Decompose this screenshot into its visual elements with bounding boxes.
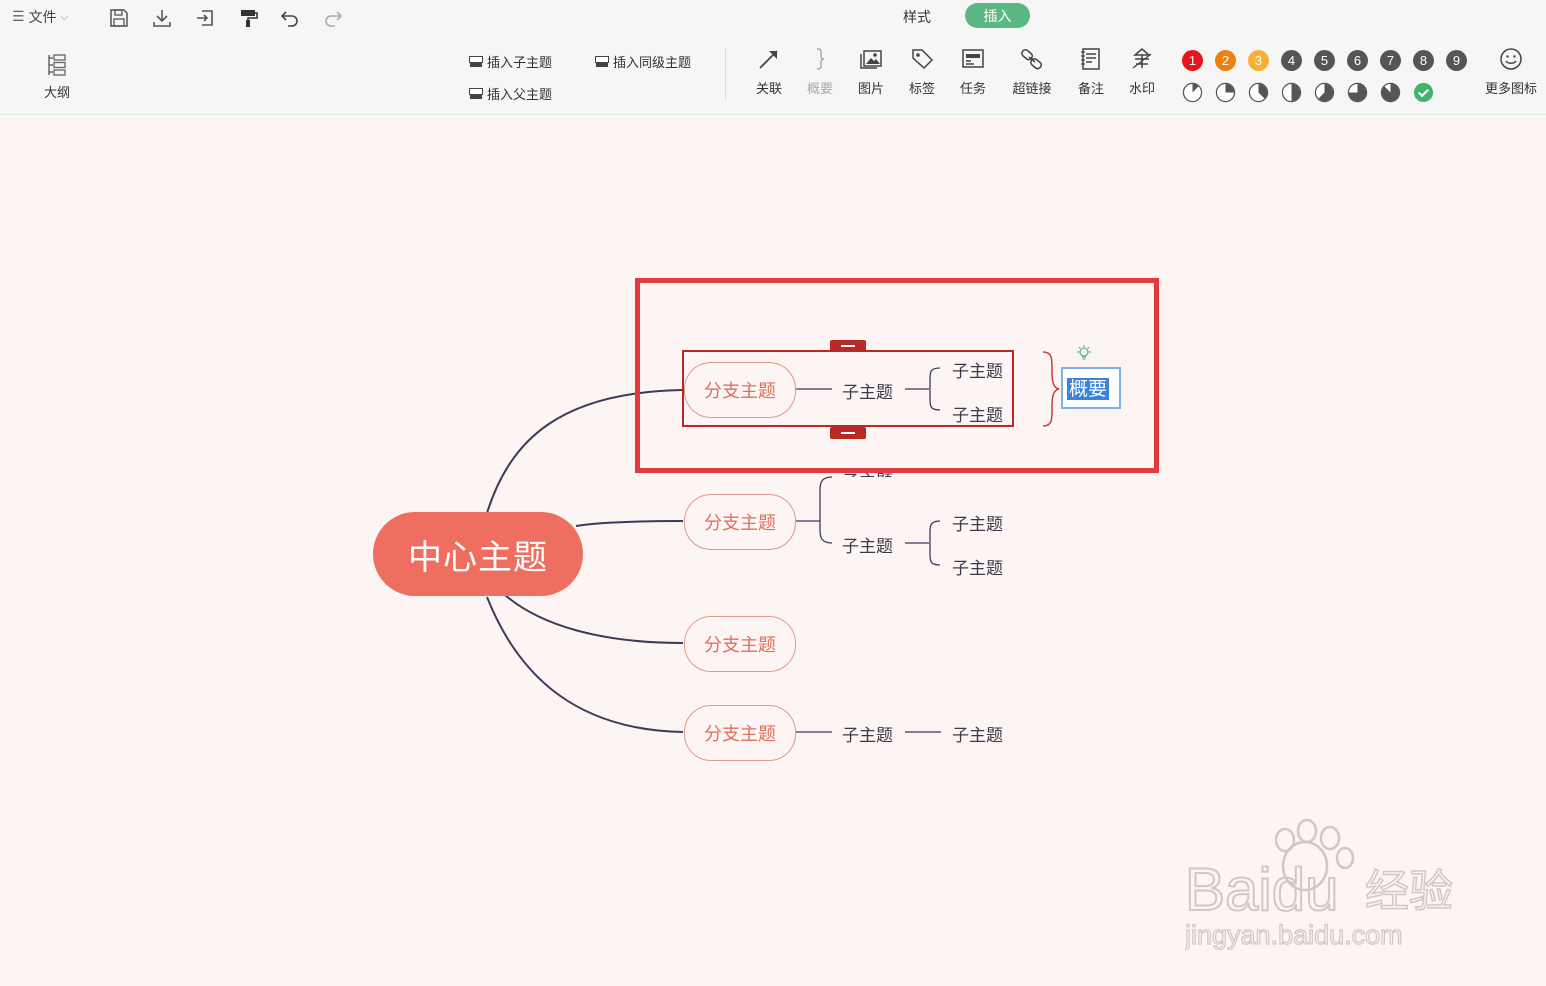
download-icon — [153, 10, 171, 27]
connector-central-branch-4 — [486, 596, 684, 733]
insert-child-icon — [469, 56, 483, 67]
redo-button[interactable] — [320, 6, 346, 30]
hyperlink-icon — [1021, 48, 1043, 70]
connector-central-branch-3 — [504, 594, 684, 644]
tool-image[interactable]: 图片 — [844, 46, 898, 97]
priority-8-icon[interactable]: 8 — [1413, 50, 1434, 71]
subsubtopic-b2-1[interactable]: 子主题 — [952, 510, 1003, 535]
format-painter-button[interactable] — [235, 6, 261, 30]
central-topic[interactable]: 中心主题 — [373, 512, 583, 596]
outline-icon — [48, 54, 66, 76]
baidu-jingyan-watermark: Baidu 经验 jingyan.baidu.com — [1185, 818, 1454, 951]
tool-relation[interactable]: 关联 — [742, 46, 796, 97]
subsubtopic-b4[interactable]: 子主题 — [952, 721, 1003, 746]
watermark-brand: Baidu — [1185, 856, 1338, 923]
insert-sibling-topic-button[interactable]: 插入同级主题 — [595, 52, 691, 71]
subtopic-b2-2[interactable]: 子主题 — [842, 532, 893, 557]
more-icons-button[interactable]: 更多图标 — [1478, 46, 1544, 97]
insert-sibling-label: 插入同级主题 — [613, 56, 692, 71]
insert-parent-icon — [469, 88, 483, 99]
priority-9-icon[interactable]: 9 — [1446, 50, 1467, 71]
priority-1-icon[interactable]: 1 — [1182, 50, 1203, 71]
save-icon — [110, 9, 128, 27]
image-icon — [860, 50, 882, 69]
undo-button[interactable] — [277, 6, 303, 30]
tool-watermark-label: 水印 — [1128, 82, 1155, 97]
tool-relation-label: 关联 — [755, 82, 782, 97]
tag-icon — [912, 49, 934, 70]
watermark-icon — [1132, 48, 1152, 69]
progress-pie-icon[interactable] — [1248, 82, 1269, 103]
tool-tag[interactable]: 标签 — [895, 46, 949, 97]
tool-watermark[interactable]: 水印 — [1115, 46, 1169, 97]
note-icon — [1081, 48, 1100, 70]
annotation-highlight-box — [635, 278, 1159, 473]
tab-insert[interactable]: 插入 — [965, 3, 1030, 28]
subsubtopic-b2-2[interactable]: 子主题 — [952, 554, 1003, 579]
save-button[interactable] — [106, 6, 132, 30]
priority-7-icon[interactable]: 7 — [1380, 50, 1401, 71]
download-button[interactable] — [149, 6, 175, 30]
priority-4-icon[interactable]: 4 — [1281, 50, 1302, 71]
smiley-icon — [1500, 48, 1522, 70]
progress-pie-icon[interactable] — [1182, 82, 1203, 103]
priority-2-icon[interactable]: 2 — [1215, 50, 1236, 71]
export-icon — [197, 10, 213, 26]
file-menu-label: 文件 — [28, 10, 57, 26]
tool-hyperlink-label: 超链接 — [1012, 82, 1052, 97]
branch-topic-3[interactable]: 分支主题 — [684, 616, 796, 672]
format-painter-icon — [241, 10, 258, 27]
progress-pie-icon[interactable] — [1347, 82, 1368, 103]
priority-3-icon[interactable]: 3 — [1248, 50, 1269, 71]
file-menu[interactable]: ☰ 文件 ⌵ — [12, 7, 68, 27]
branch-topic-4[interactable]: 分支主题 — [684, 705, 796, 761]
tool-note[interactable]: 备注 — [1064, 46, 1118, 97]
summary-brace-icon — [816, 48, 825, 70]
insert-child-topic-button[interactable]: 插入子主题 — [469, 52, 552, 71]
redo-icon — [325, 11, 343, 27]
watermark-url: jingyan.baidu.com — [1185, 920, 1403, 950]
progress-pie-icon[interactable] — [1314, 82, 1335, 103]
task-icon — [962, 49, 984, 68]
progress-complete-icon[interactable] — [1413, 82, 1434, 103]
insert-parent-label: 插入父主题 — [487, 88, 553, 103]
connector-b2-subsub — [905, 520, 941, 566]
export-button[interactable] — [192, 6, 218, 30]
outline-label: 大纲 — [43, 86, 70, 101]
more-icons-label: 更多图标 — [1484, 82, 1537, 97]
chevron-down-icon: ⌵ — [60, 11, 69, 23]
progress-pie-icon[interactable] — [1281, 82, 1302, 103]
toolbar: ☰ 文件 ⌵ 样式 插入 大纲 插入子主题 插入同级主题 插入父主题 关联 概要… — [0, 0, 1546, 115]
connector-b2-subs — [796, 476, 833, 544]
tool-task[interactable]: 任务 — [946, 46, 1000, 97]
insert-sibling-icon — [595, 56, 609, 67]
tool-image-label: 图片 — [857, 82, 884, 97]
menu-icon: ☰ — [12, 9, 25, 25]
undo-icon — [280, 11, 298, 27]
priority-6-icon[interactable]: 6 — [1347, 50, 1368, 71]
tool-summary-label: 概要 — [806, 82, 833, 97]
priority-5-icon[interactable]: 5 — [1314, 50, 1335, 71]
connector-central-branch-2 — [575, 520, 684, 527]
progress-pie-icon[interactable] — [1380, 82, 1401, 103]
tool-hyperlink[interactable]: 超链接 — [1005, 46, 1059, 97]
tool-summary[interactable]: 概要 — [793, 46, 847, 97]
insert-child-label: 插入子主题 — [487, 56, 553, 71]
tab-style[interactable]: 样式 — [903, 7, 931, 27]
subtopic-b4[interactable]: 子主题 — [842, 721, 893, 746]
tool-task-label: 任务 — [959, 82, 986, 97]
tool-tag-label: 标签 — [908, 82, 935, 97]
insert-parent-topic-button[interactable]: 插入父主题 — [469, 84, 552, 103]
branch-topic-2[interactable]: 分支主题 — [684, 494, 796, 550]
tool-note-label: 备注 — [1077, 82, 1104, 97]
outline-button[interactable]: 大纲 — [36, 52, 78, 101]
watermark-cn: 经验 — [1365, 866, 1453, 917]
toolbar-divider — [725, 48, 726, 100]
progress-pie-icon[interactable] — [1215, 82, 1236, 103]
relation-arrow-icon — [759, 50, 778, 69]
